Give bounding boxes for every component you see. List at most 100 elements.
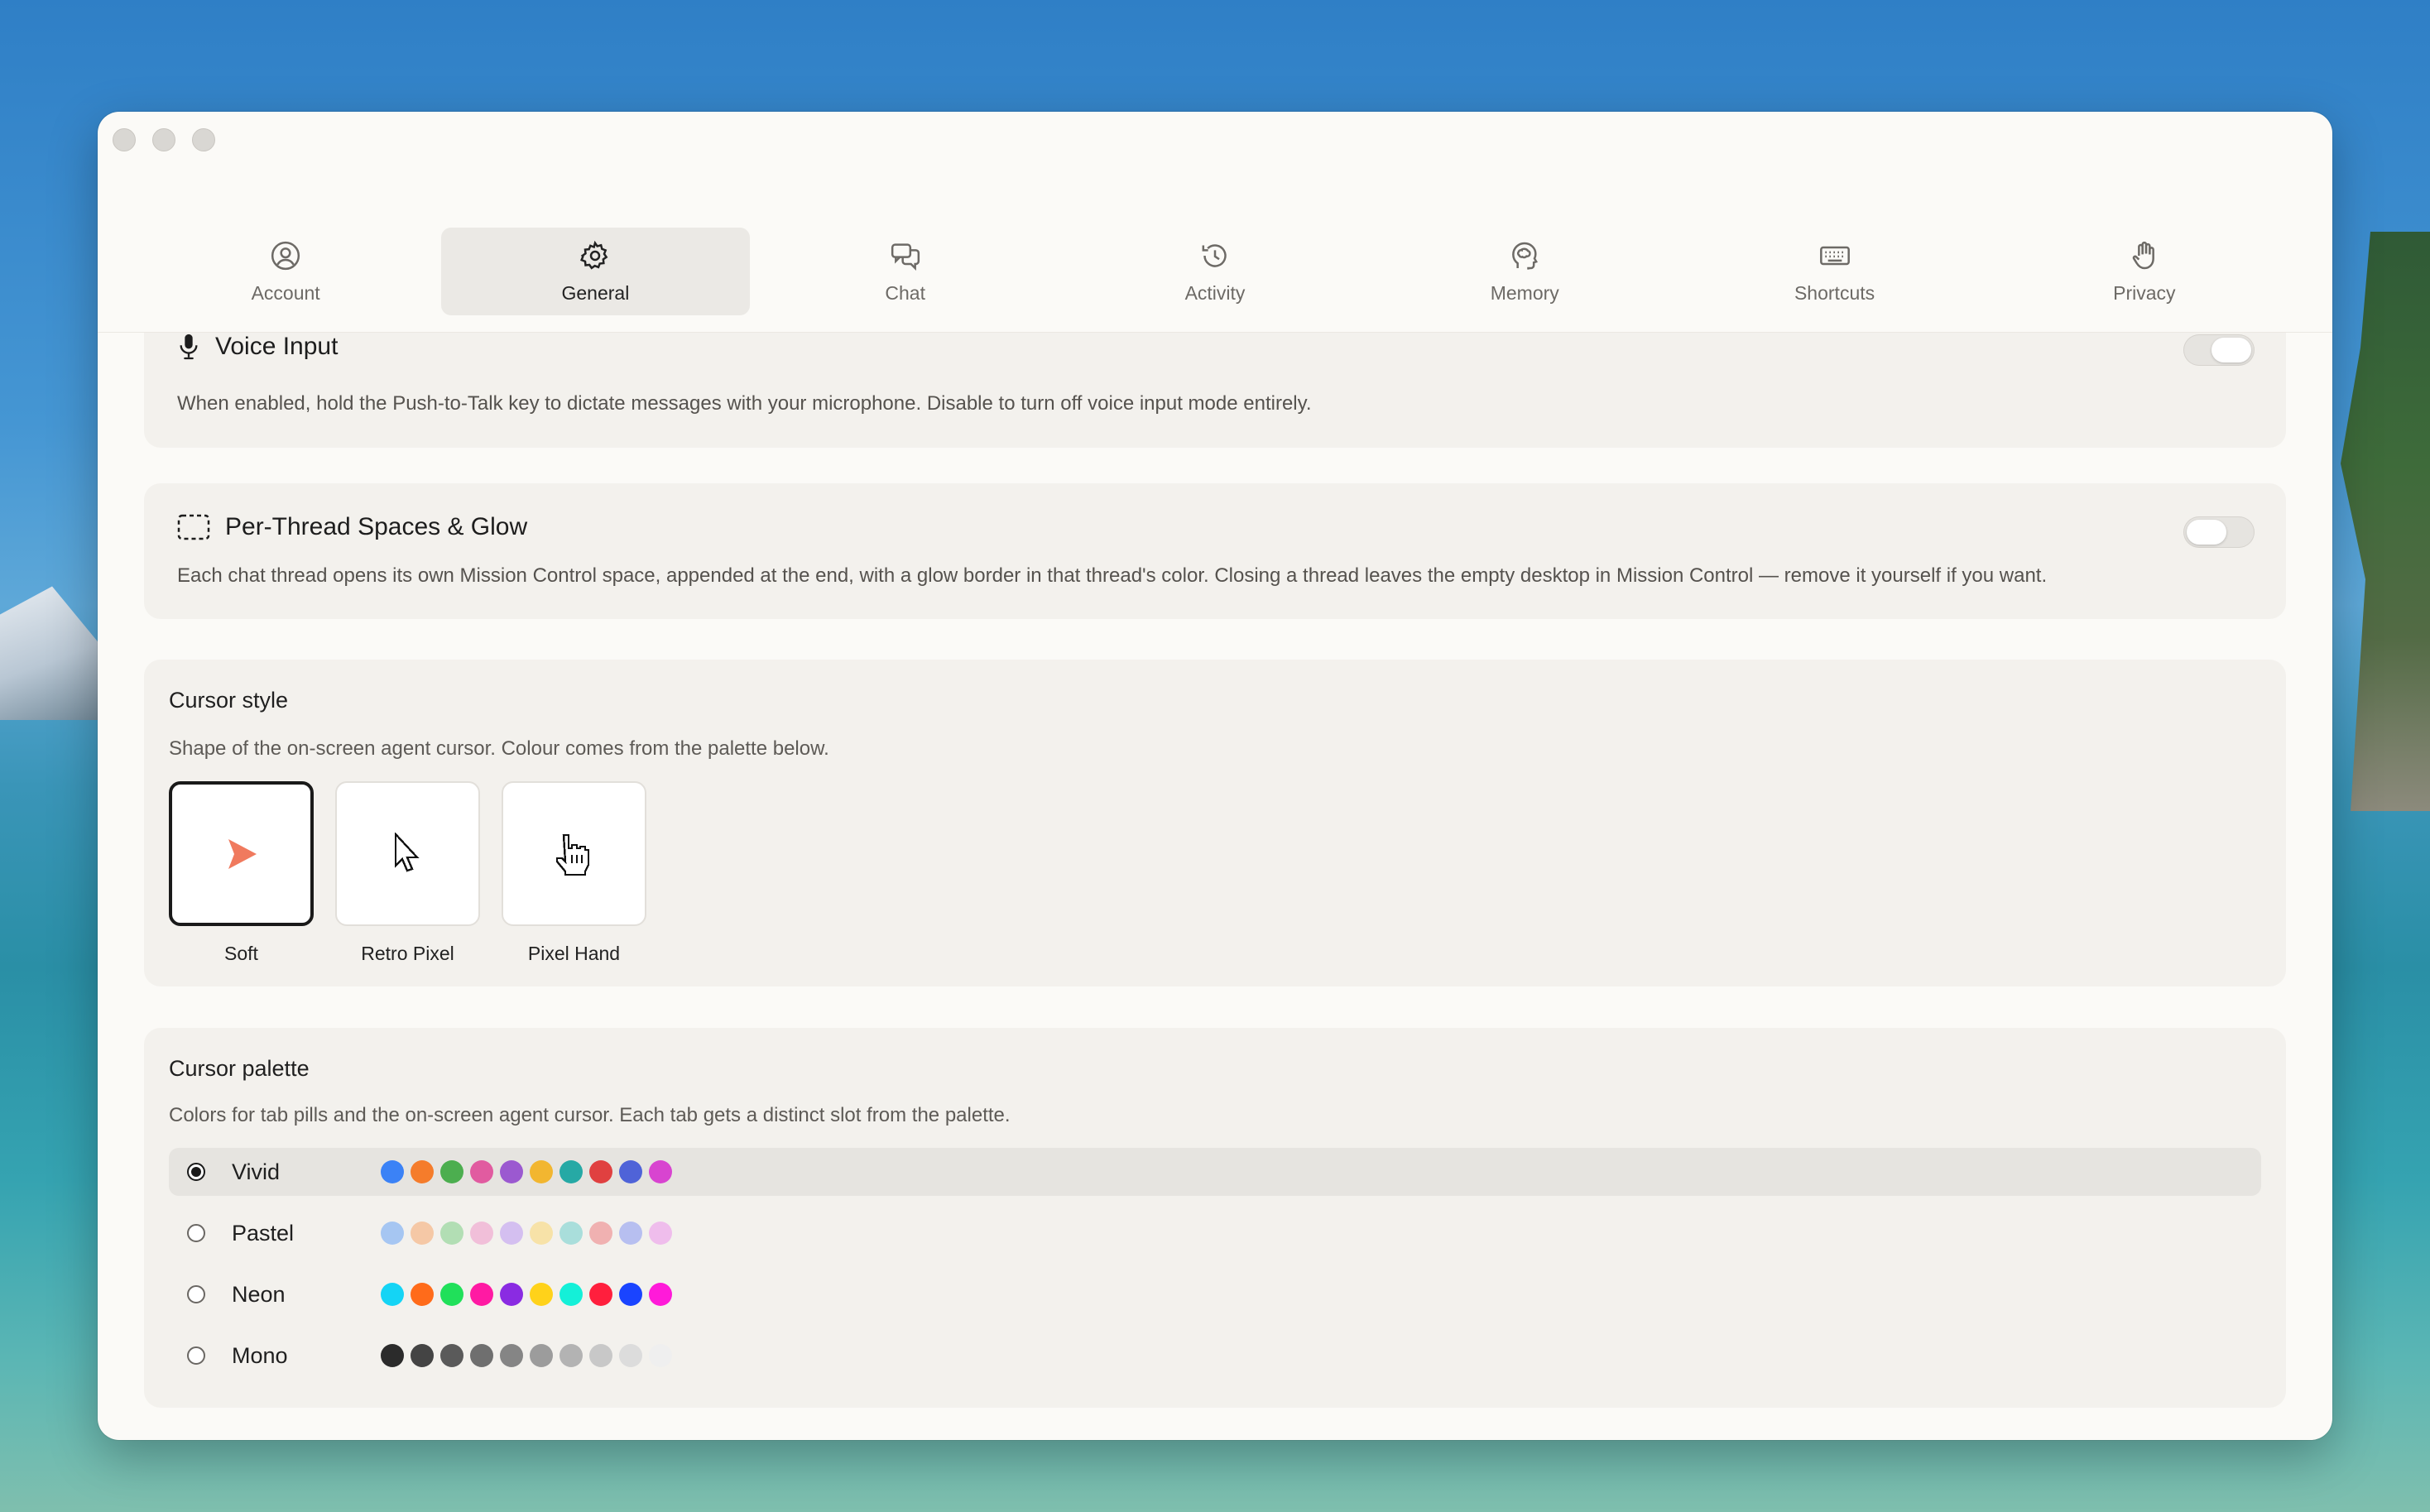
color-swatch (589, 1344, 612, 1367)
palette-option-neon[interactable]: Neon (169, 1270, 2261, 1318)
tab-account[interactable]: Account (132, 228, 439, 315)
keyboard-icon (1819, 246, 1850, 265)
tab-label: Memory (1490, 281, 1559, 304)
cursor-palette-options: Vivid Pastel Neon Mono (169, 1148, 2261, 1393)
voice-input-header: Voice Input (177, 333, 338, 361)
color-swatch (470, 1283, 493, 1306)
tab-label: Shortcuts (1794, 281, 1875, 304)
color-swatch (411, 1344, 434, 1367)
color-swatch (619, 1344, 642, 1367)
cursor-style-card: Cursor style Shape of the on-screen agen… (144, 660, 2286, 986)
soft-cursor-icon (228, 838, 257, 869)
cursor-option-pixel-hand[interactable]: Pixel Hand (502, 781, 646, 965)
color-swatch (500, 1160, 523, 1183)
tab-label: Activity (1184, 281, 1246, 304)
color-swatch (500, 1283, 523, 1306)
color-swatch (589, 1160, 612, 1183)
color-swatch (381, 1344, 404, 1367)
palette-name: Neon (232, 1281, 286, 1307)
color-swatch (619, 1160, 642, 1183)
color-swatch (530, 1222, 553, 1245)
color-swatch (649, 1160, 672, 1183)
color-swatch (589, 1222, 612, 1245)
palette-swatches (381, 1283, 672, 1306)
hand-icon (2132, 241, 2154, 269)
color-swatch (559, 1283, 583, 1306)
color-swatch (500, 1344, 523, 1367)
color-swatch (440, 1222, 463, 1245)
palette-radio[interactable] (187, 1346, 205, 1365)
cursor-palette-title: Cursor palette (169, 1056, 310, 1081)
color-swatch (589, 1283, 612, 1306)
per-thread-spaces-card: Per-Thread Spaces & Glow Each chat threa… (144, 483, 2286, 619)
settings-content[interactable]: Voice Input When enabled, hold the Push-… (98, 333, 2332, 1440)
palette-option-vivid[interactable]: Vivid (169, 1148, 2261, 1196)
cursor-style-title: Cursor style (169, 688, 289, 713)
color-swatch (619, 1222, 642, 1245)
tab-label: General (561, 281, 630, 304)
color-swatch (381, 1283, 404, 1306)
color-swatch (500, 1222, 523, 1245)
tab-label: Chat (885, 281, 925, 304)
per-thread-spaces-toggle[interactable] (2183, 516, 2255, 548)
color-swatch (530, 1283, 553, 1306)
close-window-button[interactable] (113, 128, 136, 151)
color-swatch (411, 1222, 434, 1245)
per-thread-spaces-description: Each chat thread opens its own Mission C… (177, 564, 2048, 587)
palette-option-mono[interactable]: Mono (169, 1332, 2261, 1380)
color-swatch (470, 1344, 493, 1367)
brain-head-icon (1512, 242, 1539, 270)
color-swatch (440, 1283, 463, 1306)
cursor-option-retro-pixel[interactable]: Retro Pixel (335, 781, 480, 965)
color-swatch (440, 1344, 463, 1367)
color-swatch (649, 1344, 672, 1367)
tab-general[interactable]: General (441, 228, 750, 315)
color-swatch (619, 1283, 642, 1306)
color-swatch (381, 1222, 404, 1245)
tab-label: Account (251, 281, 320, 304)
palette-radio[interactable] (187, 1224, 205, 1242)
per-thread-spaces-header: Per-Thread Spaces & Glow (177, 513, 527, 541)
cursor-style-options: Soft Retro Pixel Pixel Hand (169, 781, 646, 965)
voice-input-toggle[interactable] (2183, 334, 2255, 366)
tab-privacy[interactable]: Privacy (1991, 228, 2298, 315)
color-swatch (411, 1160, 434, 1183)
palette-radio[interactable] (187, 1285, 205, 1303)
cursor-option-soft[interactable]: Soft (169, 781, 314, 965)
pixel-hand-cursor-icon (555, 833, 589, 876)
minimize-window-button[interactable] (152, 128, 175, 151)
dashed-rectangle-icon (177, 514, 210, 540)
toggle-knob (2211, 338, 2251, 362)
retro-pixel-cursor-icon (394, 832, 420, 871)
color-swatch (649, 1283, 672, 1306)
window-controls (113, 128, 215, 151)
color-swatch (530, 1344, 553, 1367)
settings-window: Account General Chat Activity Memory Sho… (98, 112, 2332, 1440)
tab-shortcuts[interactable]: Shortcuts (1680, 228, 1988, 315)
tab-memory[interactable]: Memory (1371, 228, 1678, 315)
palette-radio[interactable] (187, 1163, 205, 1181)
cursor-palette-card: Cursor palette Colors for tab pills and … (144, 1028, 2286, 1408)
per-thread-spaces-title: Per-Thread Spaces & Glow (225, 513, 528, 540)
gear-icon (580, 240, 608, 270)
cursor-option-label: Pixel Hand (527, 943, 621, 964)
zoom-window-button[interactable] (192, 128, 215, 151)
tab-chat[interactable]: Chat (752, 228, 1059, 315)
color-swatch (559, 1160, 583, 1183)
cursor-preview-tile (502, 781, 646, 926)
palette-option-pastel[interactable]: Pastel (169, 1209, 2261, 1257)
palette-name: Pastel (232, 1220, 295, 1246)
cursor-preview-tile (335, 781, 480, 926)
palette-name: Mono (232, 1342, 288, 1368)
voice-input-description: When enabled, hold the Push-to-Talk key … (177, 392, 1312, 415)
cursor-palette-description: Colors for tab pills and the on-screen a… (169, 1104, 1011, 1126)
cursor-preview-tile (169, 781, 314, 926)
chat-bubbles-icon (891, 242, 920, 271)
voice-input-card: Voice Input When enabled, hold the Push-… (144, 333, 2286, 448)
palette-swatches (381, 1344, 672, 1367)
settings-tab-bar: Account General Chat Activity Memory Sho… (131, 228, 2299, 315)
tab-activity[interactable]: Activity (1061, 228, 1369, 315)
color-swatch (559, 1344, 583, 1367)
color-swatch (470, 1222, 493, 1245)
toggle-knob (2187, 520, 2226, 545)
